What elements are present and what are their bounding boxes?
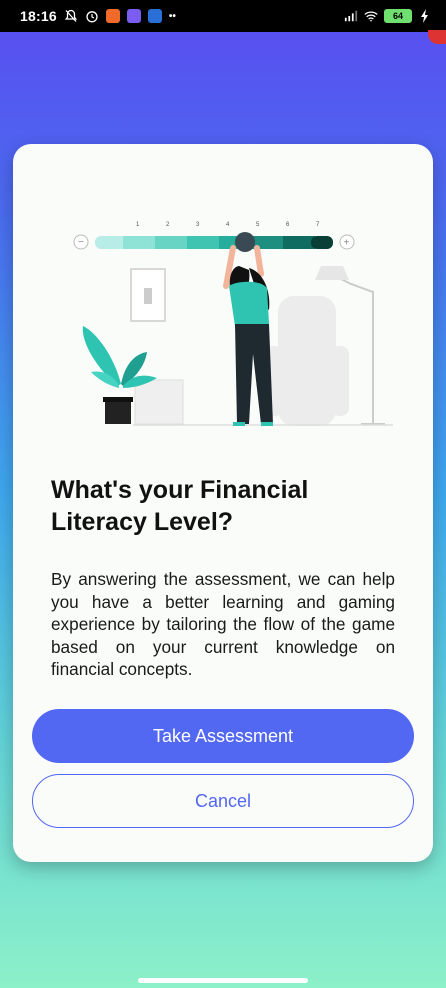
gesture-nav-handle[interactable] (138, 978, 308, 983)
armchair (265, 296, 349, 426)
more-notifications-icon: •• (168, 10, 176, 22)
illustration: 1 2 3 4 5 6 7 − + (73, 222, 393, 426)
svg-text:−: − (78, 237, 84, 248)
assessment-card: 1 2 3 4 5 6 7 − + What's your Financial … (13, 144, 433, 862)
level-slider-bar (95, 236, 333, 249)
slider-knob (235, 232, 255, 252)
charging-icon (418, 9, 432, 23)
signal-icon (344, 9, 358, 23)
scale-number: 2 (166, 222, 170, 228)
wifi-icon (364, 9, 378, 23)
messenger-app-icon (126, 9, 141, 23)
scale-number: 1 (136, 222, 140, 228)
record-app-icon (105, 9, 120, 23)
notification-off-icon (64, 9, 78, 23)
scale-number: 7 (316, 222, 320, 228)
scale-number: 4 (226, 222, 230, 228)
woman-figure (223, 232, 273, 426)
page-title: What's your Financial Literacy Level? (51, 476, 309, 536)
battery-indicator: 64 (384, 9, 412, 23)
alarm-icon (85, 9, 99, 23)
corner-badge (428, 30, 446, 44)
status-time: 18:16 (20, 8, 57, 24)
svg-text:+: + (344, 238, 350, 249)
scale-number: 5 (256, 222, 260, 228)
status-bar: 18:16 •• 64 (0, 0, 446, 32)
scale-number: 3 (196, 222, 200, 228)
word-app-icon (147, 9, 162, 23)
take-assessment-button[interactable]: Take Assessment (32, 709, 414, 763)
description-text: By answering the assessment, we can help… (51, 569, 395, 679)
scale-number: 6 (286, 222, 290, 228)
cancel-button[interactable]: Cancel (32, 774, 414, 828)
